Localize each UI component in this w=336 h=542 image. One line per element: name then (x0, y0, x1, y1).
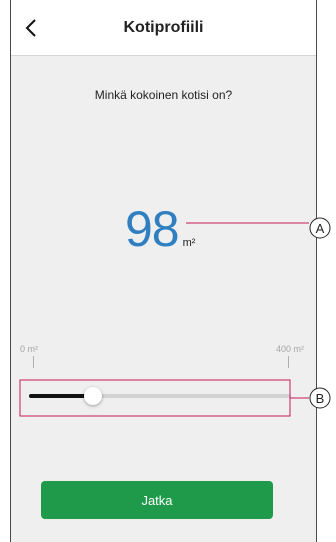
size-question: Minkä kokoinen kotisi on? (94, 88, 233, 102)
callout-a-label: A (316, 221, 325, 236)
continue-button[interactable]: Jatka (41, 481, 273, 519)
slider-min-tick (33, 356, 34, 368)
size-value: 98 (125, 201, 180, 257)
size-unit: m² (182, 237, 196, 249)
phone-screen: Kotiprofiili Minkä kokoinen kotisi on? 9… (10, 0, 317, 542)
slider-max-tick (288, 356, 289, 368)
slider-min-label: 0 m² (20, 344, 38, 354)
slider-thumb[interactable] (84, 387, 102, 405)
header-bar: Kotiprofiili (11, 0, 316, 56)
size-readout: 98 m² (125, 200, 195, 260)
slider-max-label: 400 m² (275, 344, 304, 354)
size-slider[interactable] (29, 386, 291, 406)
page-title: Kotiprofiili (123, 19, 204, 36)
